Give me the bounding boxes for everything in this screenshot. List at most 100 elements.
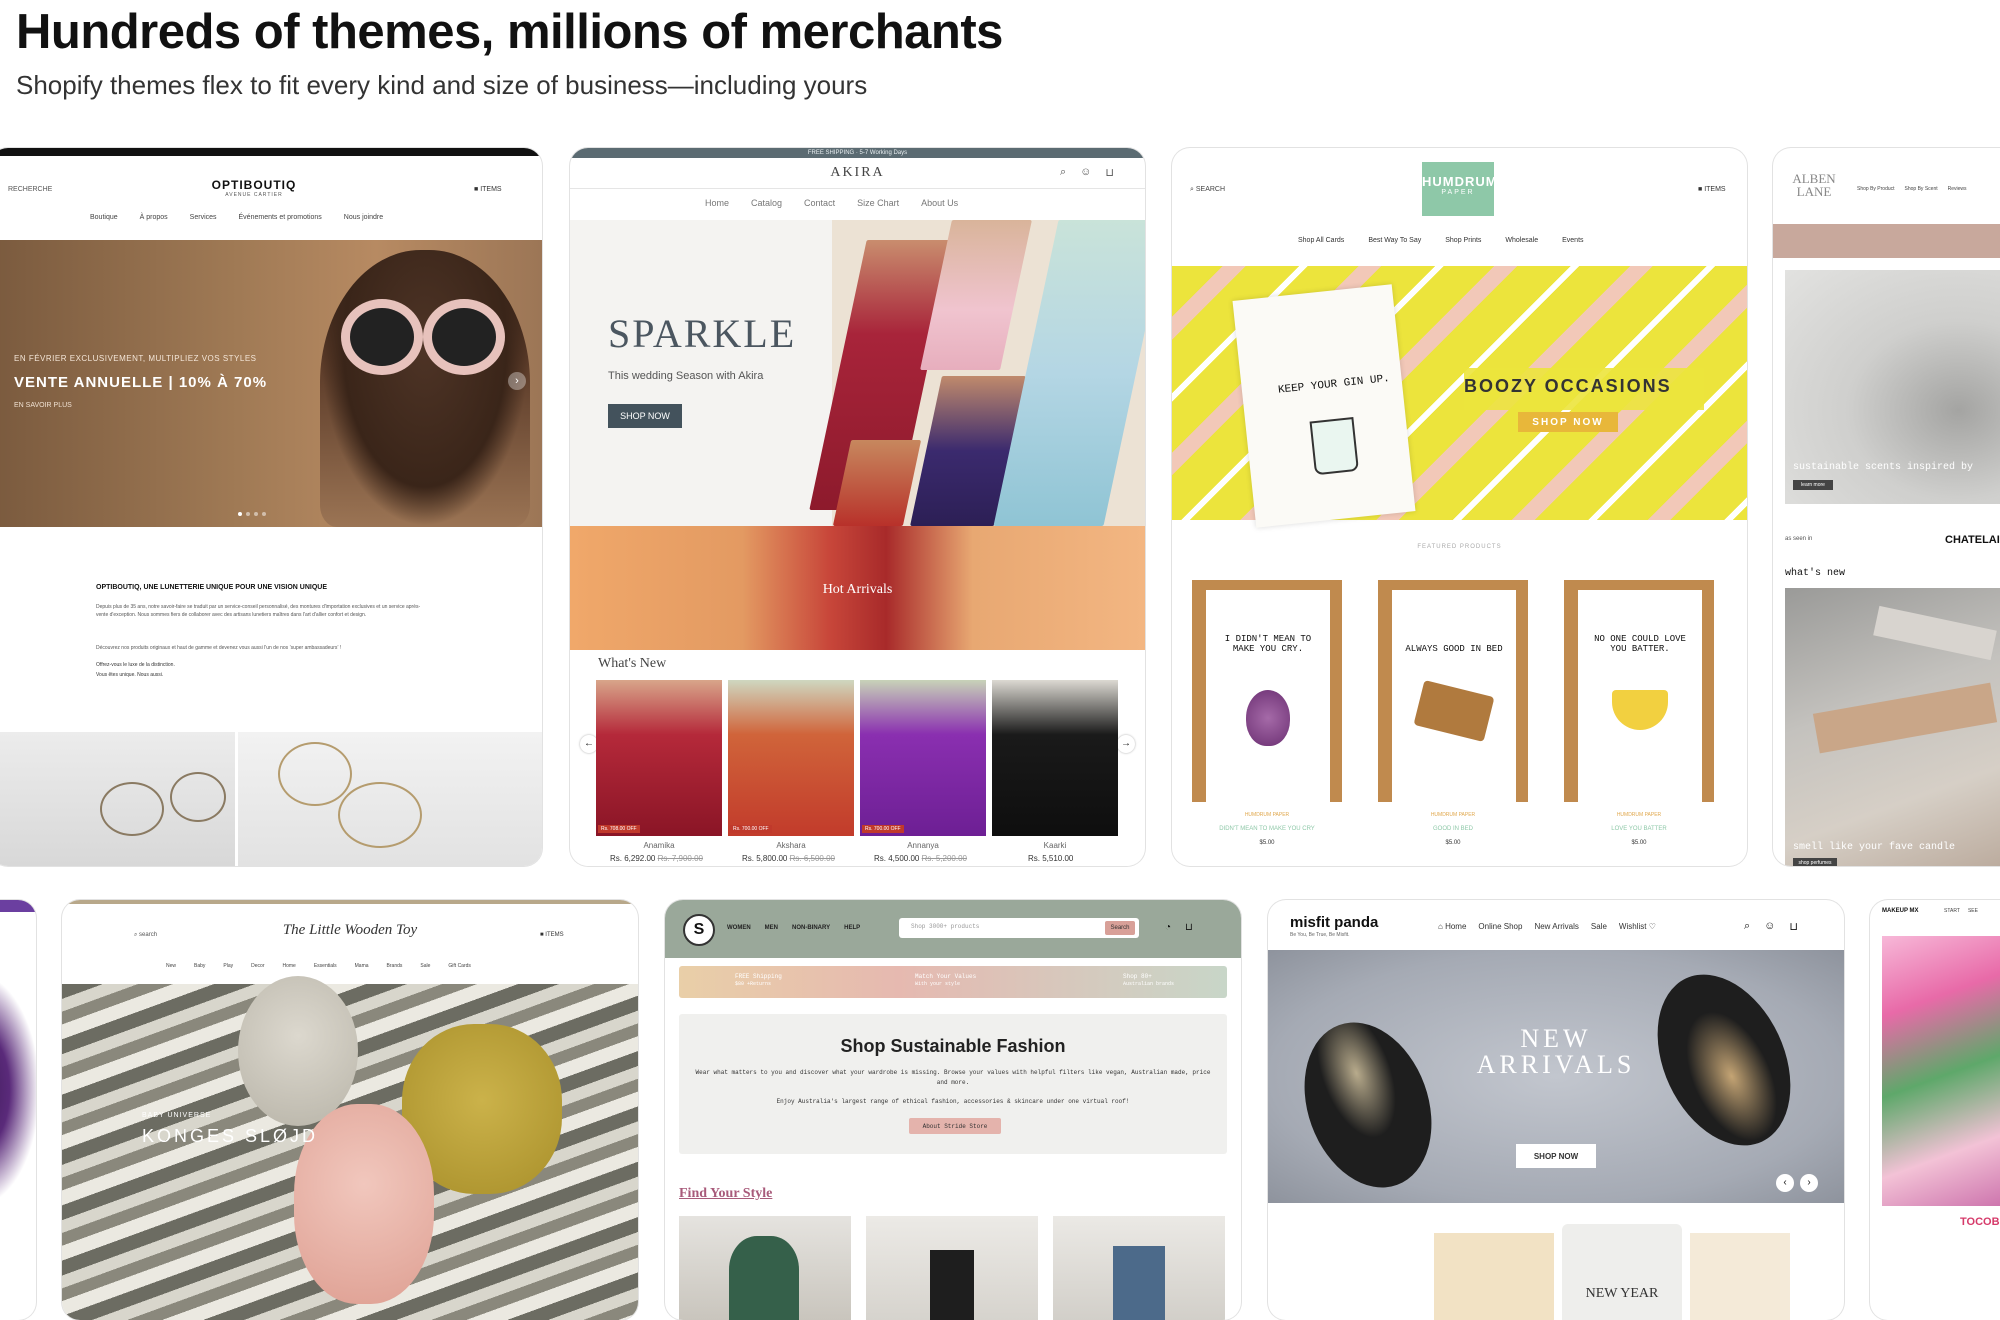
product-card[interactable]: Rs. 708.00 OFF Anamika Rs. 6,292.00 Rs. …	[596, 680, 722, 866]
nav-contact[interactable]: Contact	[804, 198, 835, 208]
hero-banner[interactable]: EN FÉVRIER EXCLUSIVEMENT, MULTIPLIEZ VOS…	[0, 240, 542, 527]
cart-icon[interactable]: ⊔	[1105, 166, 1114, 179]
hero-banner[interactable]: SPARKLE This wedding Season with Akira S…	[570, 220, 1145, 526]
nav-wholesale[interactable]: Wholesale	[1505, 237, 1538, 244]
nav-size-chart[interactable]: Size Chart	[857, 198, 899, 208]
nav-home[interactable]: Home	[283, 963, 296, 969]
nav-home[interactable]: Home	[705, 198, 729, 208]
product-name[interactable]: DIDN'T MEAN TO MAKE YOU CRY	[1192, 826, 1342, 832]
cart-link[interactable]: ■ ITEMS	[474, 186, 502, 193]
nav-baby[interactable]: Baby	[194, 963, 205, 969]
nav-shop-by-scent[interactable]: Shop By Scent	[1905, 186, 1938, 192]
hero-link[interactable]: EN SAVOIR PLUS	[14, 402, 72, 409]
search-icon[interactable]: ⌕	[1060, 166, 1066, 179]
product-card[interactable]: Rs. 700.00 OFF Akshara Rs. 5,800.00 Rs. …	[728, 680, 854, 866]
hero-banner[interactable]: NEW ARRIVALS SHOP NOW ‹ ›	[1268, 950, 1844, 1206]
nav-online-shop[interactable]: Online Shop	[1478, 922, 1522, 931]
nav-shop-all-cards[interactable]: Shop All Cards	[1298, 237, 1344, 244]
nav-sale[interactable]: Sale	[1591, 922, 1607, 931]
nav-brands[interactable]: Brands	[387, 963, 403, 969]
theme-card-alben-lane[interactable]: ALBEN LANE Shop By Product Shop By Scent…	[1773, 148, 2000, 866]
nav-joindre[interactable]: Nous joindre	[344, 214, 383, 221]
account-icon[interactable]: ◔	[1165, 922, 1171, 933]
theme-card-optiboutiq[interactable]: RECHERCHE OPTIBOUTIQ AVENUE CARTIER ■ IT…	[0, 148, 542, 866]
search-link[interactable]: RECHERCHE	[8, 186, 52, 193]
account-icon[interactable]: ☺	[1764, 920, 1775, 933]
nav-essentials[interactable]: Essentials	[314, 963, 337, 969]
search-link[interactable]: ⌕ SEARCH	[1190, 186, 1225, 194]
carousel-next-button[interactable]: →	[1117, 735, 1135, 753]
learn-more-button[interactable]: learn more	[1793, 480, 1833, 490]
product-card[interactable]: I DIDN'T MEAN TO MAKE YOU CRY. HUMDRUM P…	[1192, 580, 1342, 860]
cart-link[interactable]: ■ ITEMS	[1698, 186, 1726, 193]
account-icon[interactable]: ☺	[1080, 166, 1091, 179]
carousel-next-button[interactable]: ›	[508, 372, 526, 390]
nav-mama[interactable]: Mama	[355, 963, 369, 969]
product-name[interactable]: GOOD IN BED	[1378, 826, 1528, 832]
nav-evenements[interactable]: Événements et promotions	[239, 214, 322, 221]
product-card[interactable]: Kaarki Rs. 5,510.00	[992, 680, 1118, 866]
nav-gift-cards[interactable]: Gift Cards	[448, 963, 471, 969]
nav-shop-by-product[interactable]: Shop By Product	[1857, 186, 1895, 192]
nav-see[interactable]: SEE	[1968, 908, 1978, 914]
nav-home[interactable]: ⌂ Home	[1438, 922, 1466, 931]
store-logo[interactable]: MAKEUP MX	[1882, 908, 1919, 914]
product-card[interactable]: Rs. 700.00 OFF Annanya Rs. 4,500.00 Rs. …	[860, 680, 986, 866]
collection-tile[interactable]	[1434, 1233, 1554, 1320]
nav-best-way[interactable]: Best Way To Say	[1368, 237, 1421, 244]
theme-card-partial-left[interactable]	[0, 900, 36, 1320]
nav-women[interactable]: WOMEN	[727, 925, 751, 931]
nav-new[interactable]: New	[166, 963, 176, 969]
about-stride-button[interactable]: About Stride Store	[909, 1118, 1001, 1134]
collection-tile[interactable]: NEW YEAR	[1562, 1224, 1682, 1320]
style-card[interactable]	[1053, 1216, 1225, 1320]
shop-now-button[interactable]: SHOP NOW	[608, 404, 682, 428]
shop-now-button[interactable]: SHOP NOW	[1516, 1144, 1596, 1168]
carousel-next-button[interactable]: ›	[1800, 1174, 1818, 1192]
store-logo[interactable]: S	[683, 914, 715, 946]
nav-start[interactable]: START	[1944, 908, 1960, 914]
nav-decor[interactable]: Decor	[251, 963, 264, 969]
hero-banner[interactable]: sustainable scents inspired by learn mor…	[1785, 270, 2000, 504]
collection-tile[interactable]	[1690, 1233, 1790, 1320]
store-logo[interactable]: misfit panda	[1290, 914, 1378, 931]
nav-new-arrivals[interactable]: New Arrivals	[1534, 922, 1578, 931]
nav-about[interactable]: About Us	[921, 198, 958, 208]
theme-card-stride[interactable]: S WOMEN MEN NON-BINARY HELP Shop 3000+ p…	[665, 900, 1241, 1320]
nav-reviews[interactable]: Reviews	[1948, 186, 1967, 192]
nav-apropos[interactable]: À propos	[140, 214, 168, 221]
search-input[interactable]: Shop 3000+ products Search	[899, 918, 1139, 938]
nav-events[interactable]: Events	[1562, 237, 1583, 244]
shop-perfumes-button[interactable]: shop perfumes	[1793, 858, 1837, 866]
theme-card-misfit-panda[interactable]: misfit panda Be You, Be True, Be Misfit.…	[1268, 900, 1844, 1320]
cart-icon[interactable]: ⊔	[1185, 922, 1193, 933]
hero-banner[interactable]: BABY UNIVERSE KONGES SLØJD	[62, 976, 638, 1320]
search-button[interactable]: Search	[1105, 921, 1135, 935]
search-icon[interactable]: ⌕	[1744, 920, 1750, 933]
shop-now-button[interactable]: SHOP NOW	[1518, 412, 1618, 432]
product-name[interactable]: LOVE YOU BATTER	[1564, 826, 1714, 832]
store-logo[interactable]: HUMDRUM PAPER	[1422, 162, 1497, 216]
nav-shop-prints[interactable]: Shop Prints	[1445, 237, 1481, 244]
nav-wishlist[interactable]: Wishlist ♡	[1619, 922, 1656, 931]
theme-card-akira[interactable]: FREE SHIPPING · 5-7 Working Days AKIRA ⌕…	[570, 148, 1145, 866]
nav-non-binary[interactable]: NON-BINARY	[792, 925, 830, 931]
store-logo[interactable]: OPTIBOUTIQ AVENUE CARTIER	[204, 178, 304, 198]
product-name[interactable]: Akshara	[728, 841, 854, 850]
style-card[interactable]	[679, 1216, 851, 1320]
hero-banner[interactable]	[1882, 936, 2000, 1206]
theme-card-humdrum-paper[interactable]: ⌕ SEARCH HUMDRUM PAPER ■ ITEMS Shop All …	[1172, 148, 1747, 866]
style-card[interactable]	[866, 1216, 1038, 1320]
nav-catalog[interactable]: Catalog	[751, 198, 782, 208]
product-name[interactable]: Annanya	[860, 841, 986, 850]
nav-boutique[interactable]: Boutique	[90, 214, 118, 221]
theme-card-little-wooden-toy[interactable]: ⌕ search The Little Wooden Toy ■ ITEMS N…	[62, 900, 638, 1320]
product-name[interactable]: Anamika	[596, 841, 722, 850]
store-logo[interactable]: ALBEN LANE	[1787, 172, 1841, 198]
carousel-dots[interactable]	[238, 512, 266, 516]
hero-banner[interactable]: KEEP YOUR GIN UP. BOOZY OCCASIONS SHOP N…	[1172, 266, 1747, 528]
hot-arrivals-banner[interactable]: Hot Arrivals	[570, 526, 1145, 650]
nav-men[interactable]: MEN	[765, 925, 778, 931]
product-name[interactable]: Kaarki	[992, 841, 1118, 850]
product-card[interactable]: ALWAYS GOOD IN BED HUMDRUM PAPER GOOD IN…	[1378, 580, 1528, 860]
